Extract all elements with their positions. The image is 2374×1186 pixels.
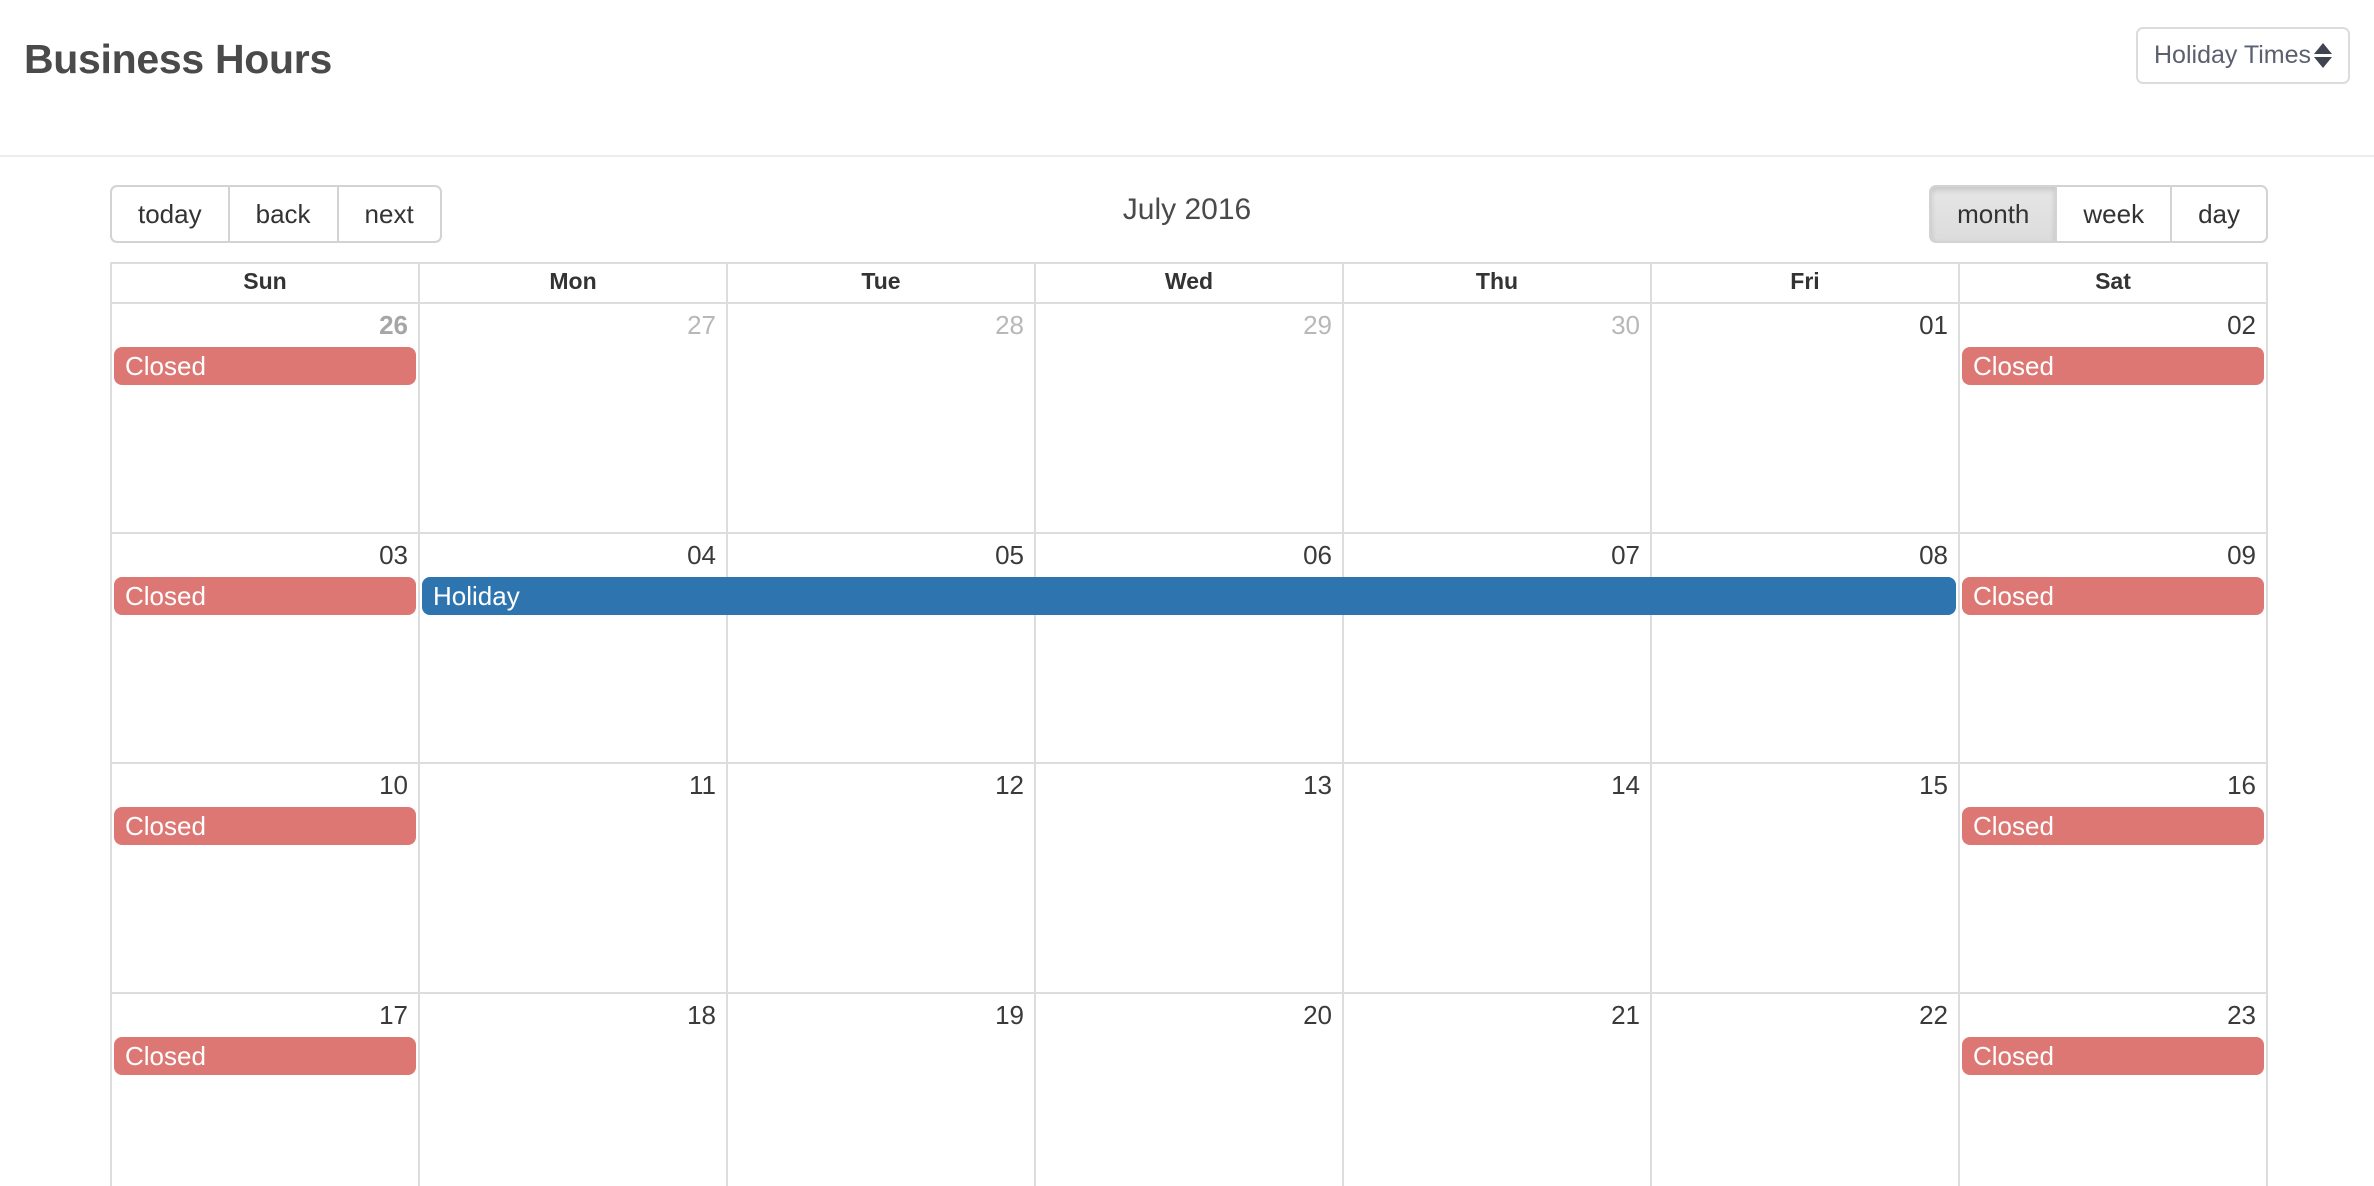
day-number-09[interactable]: 09 (1960, 534, 2268, 571)
page-title: Business Hours (24, 36, 332, 82)
calendar-event-closed[interactable]: Closed (114, 577, 416, 615)
calendar-event-closed[interactable]: Closed (114, 347, 416, 385)
day-number-layer: 17 18 19 20 21 22 23 (112, 994, 2268, 1031)
event-layer: Closed Closed (112, 1037, 2268, 1077)
day-number-layer: 10 11 12 13 14 15 16 (112, 764, 2268, 801)
calendar-event-closed[interactable]: Closed (1962, 577, 2264, 615)
calendar-event-closed[interactable]: Closed (1962, 347, 2264, 385)
calendar-event-closed[interactable]: Closed (1962, 1037, 2264, 1075)
view-week-button[interactable]: week (2055, 185, 2171, 243)
day-number-15[interactable]: 15 (1652, 764, 1960, 801)
day-number-03[interactable]: 03 (112, 534, 420, 571)
day-number-28[interactable]: 28 (728, 304, 1036, 341)
sort-updown-icon (2314, 43, 2332, 68)
day-number-06[interactable]: 06 (1036, 534, 1344, 571)
day-number-14[interactable]: 14 (1344, 764, 1652, 801)
day-of-week-header-fri: Fri (1652, 264, 1960, 302)
day-number-layer: 03 04 05 06 07 08 09 (112, 534, 2268, 571)
day-of-week-header-tue: Tue (728, 264, 1036, 302)
day-number-18[interactable]: 18 (420, 994, 728, 1031)
day-of-week-header-mon: Mon (420, 264, 728, 302)
day-number-12[interactable]: 12 (728, 764, 1036, 801)
calendar-view-button-group: month week day (1929, 185, 2268, 243)
day-of-week-header-sat: Sat (1960, 264, 2268, 302)
calendar-event-closed[interactable]: Closed (114, 1037, 416, 1075)
calendar-event-closed[interactable]: Closed (1962, 807, 2264, 845)
day-of-week-header-sun: Sun (112, 264, 420, 302)
view-month-button[interactable]: month (1929, 185, 2056, 243)
event-layer: Closed Closed (112, 807, 2268, 847)
calendar-event-closed[interactable]: Closed (114, 807, 416, 845)
day-number-01[interactable]: 01 (1652, 304, 1960, 341)
day-number-19[interactable]: 19 (728, 994, 1036, 1031)
day-number-23[interactable]: 23 (1960, 994, 2268, 1031)
day-number-04[interactable]: 04 (420, 534, 728, 571)
calendar-toolbar: today back next July 2016 month week day (0, 157, 2374, 262)
day-of-week-header-thu: Thu (1344, 264, 1652, 302)
day-number-20[interactable]: 20 (1036, 994, 1344, 1031)
event-layer: Closed Holiday Closed (112, 577, 2268, 617)
calendar-week-row: 03 04 05 06 07 08 09 Closed Holiday Closed (112, 534, 2268, 764)
day-number-08[interactable]: 08 (1652, 534, 1960, 571)
day-number-27[interactable]: 27 (420, 304, 728, 341)
day-number-17[interactable]: 17 (112, 994, 420, 1031)
calendar-week-row: 26 27 28 29 30 01 02 Closed Closed (112, 304, 2268, 534)
calendar-week-row: 17 18 19 20 21 22 23 Closed Closed (112, 994, 2268, 1186)
day-number-21[interactable]: 21 (1344, 994, 1652, 1031)
day-number-10[interactable]: 10 (112, 764, 420, 801)
day-number-05[interactable]: 05 (728, 534, 1036, 571)
calendar-grid: Sun Mon Tue Wed Thu Fri Sat 26 27 28 29 30 01 02 Clos… (110, 262, 2268, 1186)
calendar-weeks: 26 27 28 29 30 01 02 Closed Closed 03 04 05 06 07 08 09… (112, 304, 2268, 1186)
day-number-22[interactable]: 22 (1652, 994, 1960, 1031)
holiday-times-select[interactable]: Holiday Times (2136, 27, 2350, 84)
day-number-02[interactable]: 02 (1960, 304, 2268, 341)
calendar-week-row: 10 11 12 13 14 15 16 Closed Closed (112, 764, 2268, 994)
day-number-11[interactable]: 11 (420, 764, 728, 801)
calendar-event-holiday[interactable]: Holiday (421, 577, 1956, 615)
day-of-week-header-wed: Wed (1036, 264, 1344, 302)
day-number-16[interactable]: 16 (1960, 764, 2268, 801)
day-number-13[interactable]: 13 (1036, 764, 1344, 801)
event-layer: Closed Closed (112, 347, 2268, 387)
day-number-07[interactable]: 07 (1344, 534, 1652, 571)
day-number-26[interactable]: 26 (112, 304, 420, 341)
day-number-29[interactable]: 29 (1036, 304, 1344, 341)
day-number-30[interactable]: 30 (1344, 304, 1652, 341)
view-day-button[interactable]: day (2170, 185, 2268, 243)
holiday-times-select-label: Holiday Times (2154, 41, 2311, 69)
page-header: Business Hours Holiday Times (0, 0, 2374, 157)
day-of-week-header-row: Sun Mon Tue Wed Thu Fri Sat (112, 264, 2268, 304)
day-number-layer: 26 27 28 29 30 01 02 (112, 304, 2268, 341)
